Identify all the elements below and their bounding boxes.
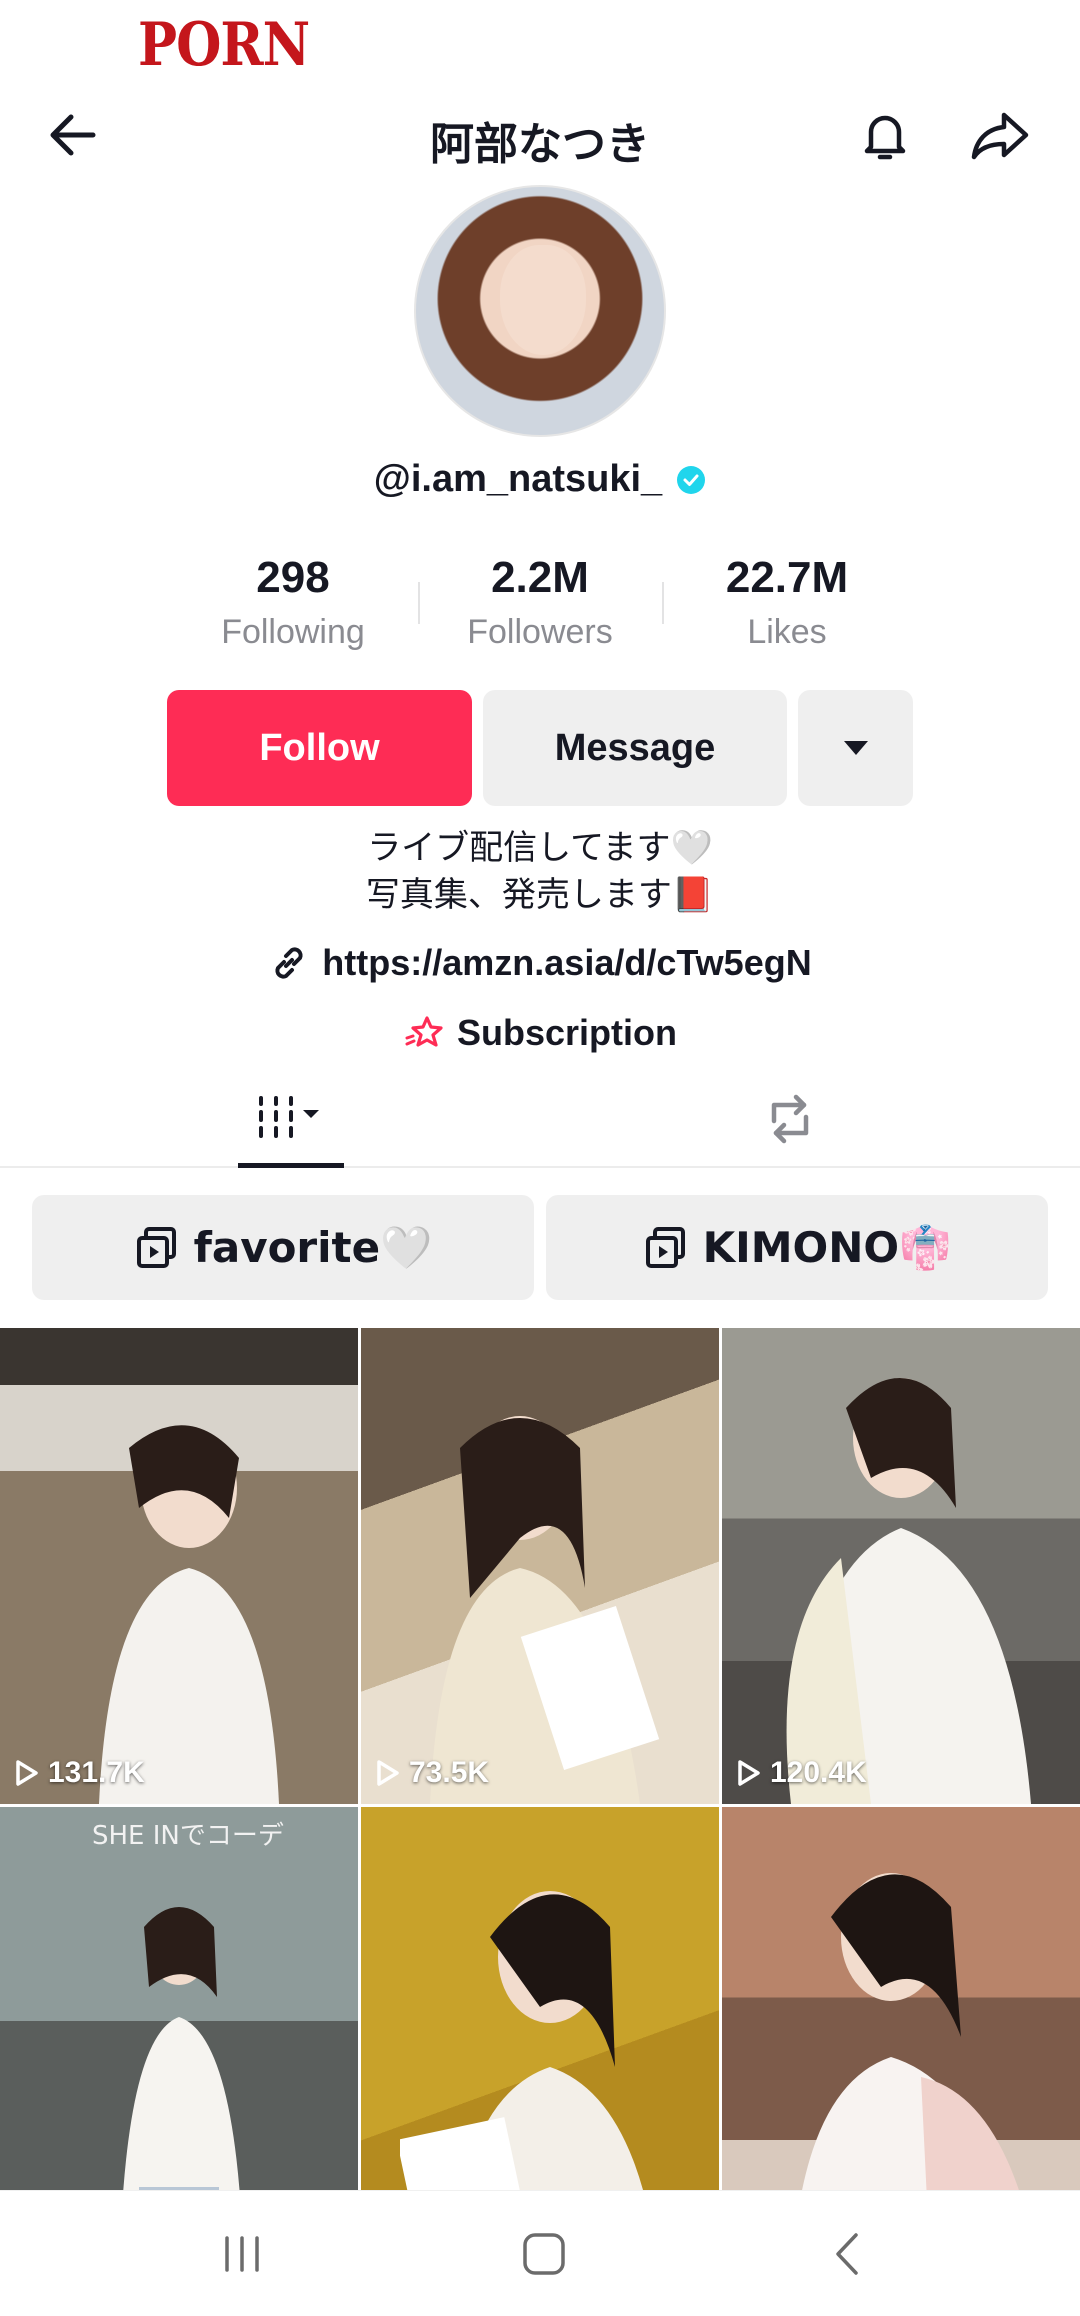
play-icon xyxy=(738,1760,760,1786)
video-thumbnail[interactable] xyxy=(722,1807,1080,2190)
top-bar: 阿部なつき xyxy=(0,90,1080,180)
follow-button[interactable]: Follow xyxy=(167,690,472,806)
share-button[interactable] xyxy=(955,90,1045,180)
tab-reposts[interactable] xyxy=(740,1070,840,1168)
stat-label: Likes xyxy=(747,613,827,651)
recents-button[interactable] xyxy=(182,2191,302,2316)
chevron-left-icon xyxy=(836,2233,858,2275)
verified-badge-icon xyxy=(677,465,706,494)
avatar[interactable] xyxy=(414,185,666,437)
video-grid-icon xyxy=(259,1095,319,1138)
home-icon xyxy=(523,2233,565,2275)
video-thumbnail[interactable]: 120.4K xyxy=(722,1328,1080,1804)
home-button[interactable] xyxy=(484,2191,604,2316)
view-count: 120.4K xyxy=(736,1756,867,1790)
bio-line: ライブ配信してます🤍 xyxy=(367,828,713,868)
message-button[interactable]: Message xyxy=(483,690,787,806)
repost-icon xyxy=(771,1094,809,1144)
stat-following[interactable]: 298 Following xyxy=(170,548,416,656)
system-nav-bar xyxy=(0,2190,1080,2316)
username: @i.am_natsuki_ xyxy=(373,458,663,500)
video-thumbnail[interactable]: 131.7K xyxy=(0,1328,358,1804)
person-silhouette xyxy=(400,1891,643,2190)
bell-icon xyxy=(864,115,906,160)
view-count-text: 131.7K xyxy=(48,1756,145,1789)
video-thumbnail[interactable]: SHE INでコーデ xyxy=(0,1807,358,2190)
tab-videos[interactable] xyxy=(238,1070,344,1168)
caret-down-icon xyxy=(843,741,868,755)
profile-tabs xyxy=(0,1070,1080,1168)
suggested-accounts-button[interactable] xyxy=(798,690,913,806)
playlist-label: favorite🤍 xyxy=(193,1222,433,1272)
person-silhouette xyxy=(802,1873,1019,2190)
avatar-face xyxy=(500,245,586,355)
username-row: @i.am_natsuki_ xyxy=(0,458,1080,501)
stat-label: Following xyxy=(221,613,365,651)
playlist-icon xyxy=(136,1226,176,1268)
system-back-button[interactable] xyxy=(788,2191,908,2316)
view-count-text: 120.4K xyxy=(770,1756,867,1789)
playlist-label: KIMONO👘 xyxy=(702,1222,952,1272)
stat-followers[interactable]: 2.2M Followers xyxy=(417,548,663,656)
watermark-logo: PORN xyxy=(138,10,310,81)
play-icon xyxy=(377,1760,399,1786)
view-count-text: 73.5K xyxy=(409,1756,490,1789)
playlists-row: favorite🤍 KIMONO👘 xyxy=(0,1195,1080,1300)
play-icon xyxy=(16,1760,38,1786)
playlist-icon xyxy=(645,1226,685,1268)
video-grid: 131.7K 73.5K 120.4K SHE INでコーデ xyxy=(0,1328,1080,2190)
person-silhouette xyxy=(786,1378,1031,1804)
person-silhouette xyxy=(123,1907,240,2190)
person-silhouette xyxy=(99,1425,279,1804)
profile-stats: 298 Following 2.2M Followers 22.7M Likes xyxy=(170,548,910,658)
video-caption: SHE INでコーデ xyxy=(92,1821,284,1851)
video-thumbnail[interactable] xyxy=(361,1807,719,2190)
stat-likes[interactable]: 22.7M Likes xyxy=(664,548,910,656)
stat-label: Followers xyxy=(467,613,613,651)
share-icon xyxy=(971,112,1029,160)
bio: ライブ配信してます🤍 写真集、発売します📕 xyxy=(0,825,1080,919)
view-count: 73.5K xyxy=(375,1756,489,1790)
stat-value: 2.2M xyxy=(491,553,589,602)
link-icon xyxy=(275,947,303,979)
recents-icon xyxy=(225,2236,259,2272)
stat-value: 22.7M xyxy=(725,553,849,602)
playlist-card[interactable]: KIMONO👘 xyxy=(546,1195,1048,1300)
view-count: 131.7K xyxy=(14,1756,145,1790)
notifications-button[interactable] xyxy=(840,90,930,180)
link-text: https://amzn.asia/d/cTw5egN xyxy=(322,942,812,983)
person-silhouette xyxy=(430,1416,660,1804)
video-thumbnail[interactable]: 73.5K xyxy=(361,1328,719,1804)
bio-line: 写真集、発売します📕 xyxy=(365,875,715,915)
stat-value: 298 xyxy=(256,553,330,602)
subscription-link[interactable]: Subscription xyxy=(0,1012,1080,1054)
playlist-card[interactable]: favorite🤍 xyxy=(32,1195,534,1300)
subscription-star-icon xyxy=(405,1016,443,1047)
bio-link[interactable]: https://amzn.asia/d/cTw5egN xyxy=(0,942,1080,984)
subscription-label: Subscription xyxy=(456,1012,677,1053)
